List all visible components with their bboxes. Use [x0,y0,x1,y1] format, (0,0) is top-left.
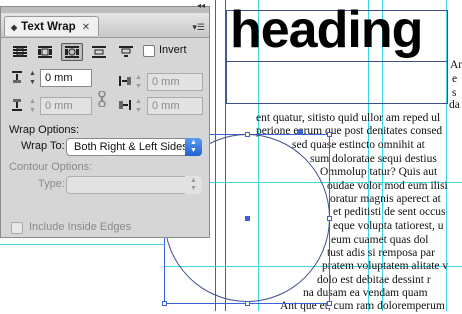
wrap-options-heading: Wrap Options: [9,124,80,136]
no-wrap-icon [13,46,27,57]
frame-handle[interactable] [245,132,250,137]
left-offset-icon [119,76,131,86]
dropdown-arrows-icon: ▲ ▼ [185,138,202,156]
tab-text-wrap[interactable]: ◆ Text Wrap ✕ [4,16,100,36]
bottom-offset-field[interactable]: 0 mm [40,97,92,115]
panel-title: Text Wrap [21,21,76,33]
frame-center-point[interactable] [245,216,250,221]
heading-text[interactable]: heading [230,0,423,60]
contour-type-select[interactable]: ▲ ▼ [66,176,202,194]
jump-object-button[interactable] [88,43,110,61]
bottom-offset-icon [12,99,22,111]
left-offset-stepper[interactable]: ▲ ▼ [135,73,145,91]
jump-to-next-column-button[interactable] [115,43,137,61]
wrap-anchor-handle[interactable] [297,129,303,135]
invert-label: Invert [159,44,187,56]
top-offset-icon [12,71,22,83]
body-text-line: e [452,73,458,85]
body-text-line: Ommolup tatur? Quis aut [320,166,438,178]
link-offsets-icon[interactable] [97,91,107,107]
contour-options-heading: Contour Options: [9,161,93,173]
wrap-to-value: Both Right & Left Sides [74,141,188,153]
close-icon[interactable]: ✕ [82,22,90,33]
wrap-around-object-shape-button[interactable] [61,43,83,61]
jump-column-icon [119,46,133,57]
bounding-box-wrap-icon [38,46,52,58]
bottom-offset-stepper[interactable]: ▲ ▼ [29,97,39,115]
include-inside-edges-label: Include Inside Edges [29,221,132,233]
right-offset-stepper[interactable]: ▲ ▼ [135,97,145,115]
body-text-line: Ant [450,59,462,71]
left-offset-field[interactable]: 0 mm [147,73,203,91]
include-inside-edges-checkbox[interactable] [11,222,23,234]
body-text-line: et peditisti de sent occus [333,206,446,218]
body-text-line: eque volupta tatiorest, u [333,220,444,232]
panel-menu-icon[interactable]: ▾☰ [192,22,205,33]
top-offset-stepper[interactable]: ▲ ▼ [29,69,39,87]
wrap-around-bounding-box-button[interactable] [34,43,56,61]
wrap-to-select[interactable]: Both Right & Left Sides ▲ ▼ [66,138,202,156]
dropdown-arrows-icon: ▲ ▼ [185,176,202,194]
heading-frame-inner [226,61,448,62]
panel-header: ◆ Text Wrap ✕ ▾☰ [1,13,209,38]
right-offset-field[interactable]: 0 mm [147,97,203,115]
top-offset-field[interactable]: 0 mm [40,69,92,87]
body-text-line: da [449,99,460,111]
frame-handle[interactable] [245,301,250,306]
right-offset-icon [119,100,131,110]
ruler-guide [0,244,164,245]
type-label: Type: [38,178,65,190]
no-text-wrap-button[interactable] [9,43,31,61]
frame-handle[interactable] [327,132,332,137]
collapse-panel-icon[interactable]: ◂◂ [197,1,205,10]
jump-object-icon [92,46,106,58]
frame-handle[interactable] [162,301,167,306]
frame-handle[interactable] [327,301,332,306]
invert-checkbox[interactable] [143,45,155,57]
tab-toggle-icon[interactable]: ◆ [11,23,17,32]
wrap-to-label: Wrap To: [21,140,65,152]
text-wrap-panel: ◂◂ ◆ Text Wrap ✕ ▾☰ Invert ▲ ▼ 0 mm ▲ ▼ … [0,1,210,238]
object-shape-wrap-icon [65,46,79,58]
frame-handle[interactable] [327,216,332,221]
body-text-line: pratem voluptatem alitate v [322,260,449,272]
